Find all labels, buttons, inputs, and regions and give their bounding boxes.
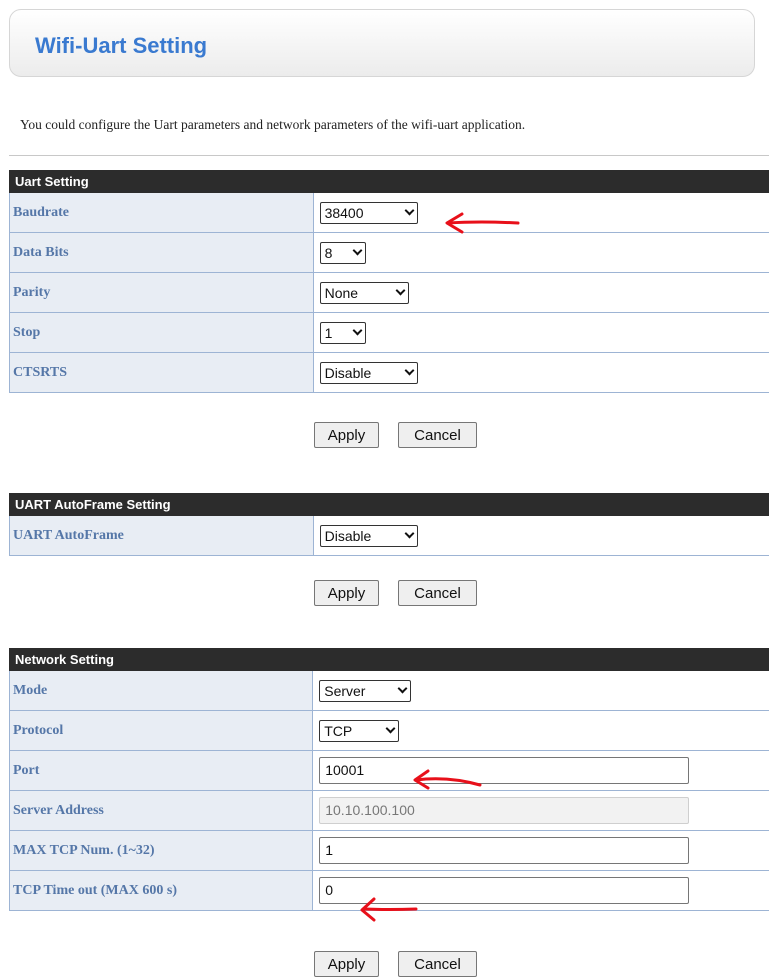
parity-value: None [324,284,359,301]
ctsrts-label: CTSRTS [9,352,314,393]
data-bits-value: 8 [324,244,333,261]
protocol-select[interactable]: TCP [319,719,400,742]
annotation-arrow-icon [360,897,418,922]
autoframe-setting-table: UART AutoFrame Setting UART AutoFrame Di… [9,493,769,556]
uart-setting-header: Uart Setting [9,170,769,193]
baudrate-select[interactable]: 38400 [319,201,418,224]
port-input[interactable]: 10001 [319,757,690,784]
chevron-down-icon [397,683,408,694]
uart-autoframe-select[interactable]: Disable [319,524,418,547]
baudrate-label: Baudrate [9,192,314,233]
page-title: Wifi-Uart Setting [35,33,208,58]
parity-select[interactable]: None [319,281,409,304]
network-cancel-button[interactable]: Cancel [398,951,477,977]
chevron-down-icon [395,285,406,296]
max-tcp-num-label: MAX TCP Num. (1~32) [8,830,314,871]
port-label: Port [8,750,314,791]
mode-label: Mode [8,670,314,711]
network-setting-header: Network Setting [9,648,769,671]
autoframe-setting-header: UART AutoFrame Setting [9,493,769,516]
stop-select[interactable]: 1 [319,321,366,344]
stop-label: Stop [9,312,314,353]
uart-autoframe-label: UART AutoFrame [9,515,314,556]
stop-value: 1 [324,324,333,341]
data-bits-select[interactable]: 8 [319,241,366,264]
network-setting-table: Network Setting Mode Server Protocol TCP… [8,648,769,911]
autoframe-apply-button[interactable]: Apply [314,580,379,606]
autoframe-cancel-button[interactable]: Cancel [398,580,477,606]
protocol-value: TCP [324,722,353,739]
mode-value: Server [324,682,366,699]
annotation-arrow-icon [445,212,520,234]
uart-setting-table: Uart Setting Baudrate 38400 Data Bits 8 … [9,170,769,393]
baudrate-value: 38400 [324,204,364,221]
chevron-down-icon [352,245,363,256]
page-description: You could configure the Uart parameters … [20,117,526,132]
divider [9,155,769,156]
uart-autoframe-value: Disable [324,527,372,544]
ctsrts-value: Disable [324,364,372,381]
chevron-down-icon [385,723,396,734]
ctsrts-select[interactable]: Disable [319,361,418,384]
protocol-label: Protocol [8,710,314,751]
max-tcp-num-input[interactable]: 1 [319,837,690,864]
tcp-timeout-label: TCP Time out (MAX 600 s) [8,870,314,911]
chevron-down-icon [352,325,363,336]
uart-cancel-button[interactable]: Cancel [398,422,477,448]
network-apply-button[interactable]: Apply [314,951,379,977]
annotation-arrow-icon [413,769,482,790]
chevron-down-icon [404,205,415,216]
server-address-label: Server Address [8,790,314,831]
server-address-input[interactable]: 10.10.100.100 [319,797,690,824]
chevron-down-icon [404,528,415,539]
data-bits-label: Data Bits [9,232,314,273]
uart-apply-button[interactable]: Apply [314,422,379,448]
chevron-down-icon [404,365,415,376]
mode-select[interactable]: Server [319,679,412,702]
parity-label: Parity [9,272,314,313]
